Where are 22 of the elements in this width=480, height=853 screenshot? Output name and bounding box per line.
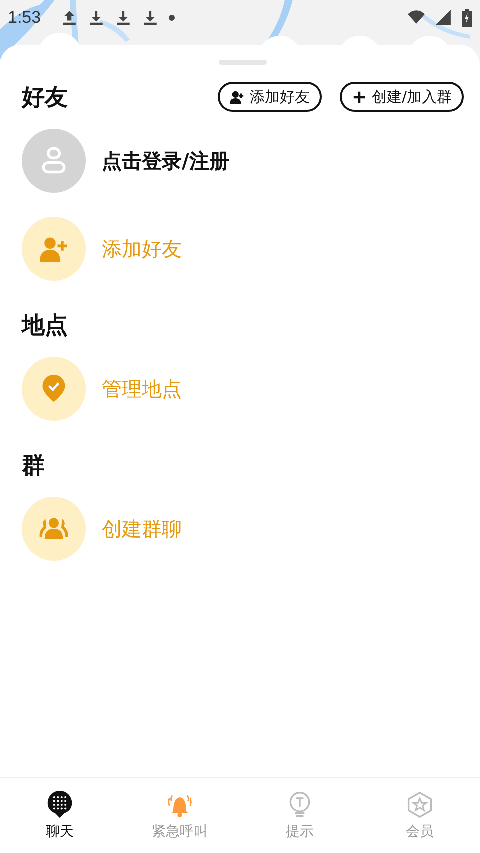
list-item-label[interactable]: 点击登录/注册 bbox=[102, 148, 230, 174]
signal-icon bbox=[435, 9, 452, 26]
chat-pin-icon bbox=[46, 790, 74, 818]
star-shield-icon bbox=[406, 790, 434, 818]
wifi-icon bbox=[408, 9, 425, 26]
notification-dot-icon bbox=[169, 14, 176, 20]
add-person-icon bbox=[230, 90, 245, 104]
header-action-button[interactable]: 创建/加入群 bbox=[340, 82, 464, 112]
status-time: 1:53 bbox=[8, 8, 42, 28]
section-title: 好友 bbox=[22, 84, 68, 112]
list-item-label[interactable]: 管理地点 bbox=[102, 376, 182, 402]
plus-icon bbox=[352, 90, 367, 104]
upload-icon bbox=[61, 9, 78, 26]
list-item-label[interactable]: 添加好友 bbox=[102, 236, 182, 262]
download-icon bbox=[88, 9, 106, 26]
header-action-button[interactable]: 添加好友 bbox=[218, 82, 322, 112]
section-title: 地点 bbox=[22, 312, 68, 340]
section-title: 群 bbox=[22, 452, 45, 480]
download-icon bbox=[142, 9, 160, 26]
drag-handle[interactable] bbox=[219, 60, 267, 65]
download-icon bbox=[115, 9, 132, 26]
list-item-label[interactable]: 创建群聊 bbox=[102, 516, 182, 542]
